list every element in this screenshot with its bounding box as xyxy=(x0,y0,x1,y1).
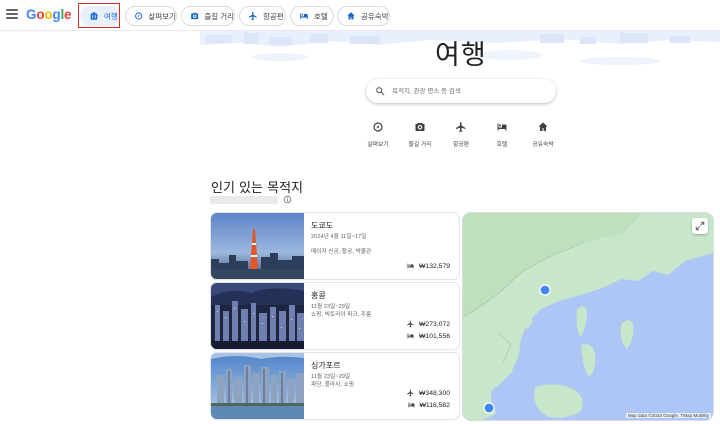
price-value: ₩348,300 xyxy=(419,389,450,397)
destination-card-hong-kong[interactable]: 홍콩 11월 23일~29일 쇼핑, 빅토리아 피크, 주룽 ₩273,072 … xyxy=(211,283,459,349)
destination-card-tokyo[interactable]: 도쿄도 2024년 4월 11일~17일 메이지 신궁, 황궁, 박물관 ₩13… xyxy=(211,213,459,279)
tokyo-photo xyxy=(211,213,304,279)
hotel-price: ₩101,556 xyxy=(406,332,450,340)
quick-link-vacation-rentals[interactable]: 공유숙박 xyxy=(523,121,563,148)
flight-price: ₩273,072 xyxy=(406,320,450,328)
flight-icon xyxy=(455,121,467,133)
tab-vacation-rentals[interactable]: 공유숙박 xyxy=(337,6,390,26)
destination-tags: 메이지 신궁, 황궁, 박물관 xyxy=(311,249,372,255)
suitcase-icon xyxy=(89,11,99,21)
location-placeholder-bar xyxy=(210,196,278,204)
hotel-icon xyxy=(406,262,415,270)
tab-label: 즐길 거리 xyxy=(204,11,234,21)
singapore-photo xyxy=(211,353,304,419)
quick-link-label: 공유숙박 xyxy=(532,142,554,148)
fullscreen-button[interactable] xyxy=(692,218,708,234)
destination-tags: 쇼핑, 빅토리아 피크, 주룽 xyxy=(311,312,372,318)
logo-letter: e xyxy=(64,7,72,22)
map-attribution: Map data ©2023 Google, TMap Mobility xyxy=(625,413,711,418)
quick-link-flights[interactable]: 항공편 xyxy=(441,121,481,148)
hong-kong-photo xyxy=(211,283,304,349)
tab-hotels[interactable]: 호텔 xyxy=(290,6,334,26)
logo-letter: G xyxy=(26,7,37,22)
quick-link-label: 호텔 xyxy=(496,142,508,148)
camera-icon xyxy=(190,11,199,21)
hotel-icon xyxy=(299,11,309,21)
home-icon xyxy=(537,121,549,133)
hotel-icon xyxy=(407,401,416,409)
search-input[interactable] xyxy=(392,87,542,95)
flight-icon xyxy=(248,11,258,21)
hotel-price: ₩132,579 xyxy=(406,262,450,270)
explore-icon xyxy=(134,11,143,21)
camera-icon xyxy=(414,121,426,133)
map-marker-singapore[interactable] xyxy=(483,402,495,414)
hotel-icon xyxy=(496,121,508,133)
tab-explore[interactable]: 살펴보기 xyxy=(125,6,177,26)
flight-icon xyxy=(406,320,415,328)
search-box[interactable] xyxy=(366,79,556,103)
destination-name: 홍콩 xyxy=(311,291,326,300)
quick-link-label: 살펴보기 xyxy=(367,142,389,148)
tab-label: 살펴보기 xyxy=(148,11,176,21)
price-value: ₩101,556 xyxy=(419,332,450,340)
price-value: ₩116,582 xyxy=(419,401,450,409)
page-title: 여행 xyxy=(435,40,487,71)
tab-things-to-do[interactable]: 즐길 거리 xyxy=(181,6,235,26)
section-title: 인기 있는 목적지 xyxy=(211,181,303,196)
price-value: ₩273,072 xyxy=(419,320,450,328)
quick-link-explore[interactable]: 살펴보기 xyxy=(358,121,398,148)
destination-card-singapore[interactable]: 싱가포르 11월 23일~29일 파당, 플라사, 쇼핑 ₩348,300 ₩1… xyxy=(211,353,459,419)
flight-icon xyxy=(406,389,415,397)
quick-link-label: 즐길 거리 xyxy=(408,142,432,148)
destination-name: 도쿄도 xyxy=(311,221,334,230)
tab-travel[interactable]: 여행 xyxy=(80,6,119,26)
quick-link-hotels[interactable]: 호텔 xyxy=(482,121,522,148)
google-logo[interactable]: Google xyxy=(26,7,72,22)
search-icon xyxy=(375,86,385,96)
map-canvas xyxy=(463,213,713,420)
tab-label: 여행 xyxy=(104,11,118,21)
destination-tags: 파당, 플라사, 쇼핑 xyxy=(311,382,354,388)
tab-label: 공유숙박 xyxy=(361,11,389,21)
tab-label: 항공편 xyxy=(263,11,284,21)
tab-flights[interactable]: 항공편 xyxy=(239,6,286,26)
price-value: ₩132,579 xyxy=(419,262,450,270)
home-icon xyxy=(346,11,356,21)
hotel-icon xyxy=(406,332,415,340)
flight-price: ₩348,300 xyxy=(406,389,450,397)
destination-name: 싱가포르 xyxy=(311,361,341,370)
destinations-map[interactable]: Map data ©2023 Google, TMap Mobility xyxy=(463,213,713,420)
hotel-price: ₩116,582 xyxy=(407,401,450,409)
menu-icon[interactable] xyxy=(6,9,18,21)
info-icon[interactable] xyxy=(283,195,292,204)
tab-label: 호텔 xyxy=(314,11,328,21)
quick-link-things-to-do[interactable]: 즐길 거리 xyxy=(400,121,440,148)
expand-icon xyxy=(695,221,705,231)
destination-dates: 2024년 4월 11일~17일 xyxy=(311,234,367,240)
quick-link-label: 항공편 xyxy=(453,142,469,148)
explore-icon xyxy=(372,121,384,133)
top-bar: Google 여행 살펴보기 즐길 거리 항공편 호텔 공유숙박 xyxy=(0,0,720,31)
map-marker-hong-kong[interactable] xyxy=(539,284,551,296)
